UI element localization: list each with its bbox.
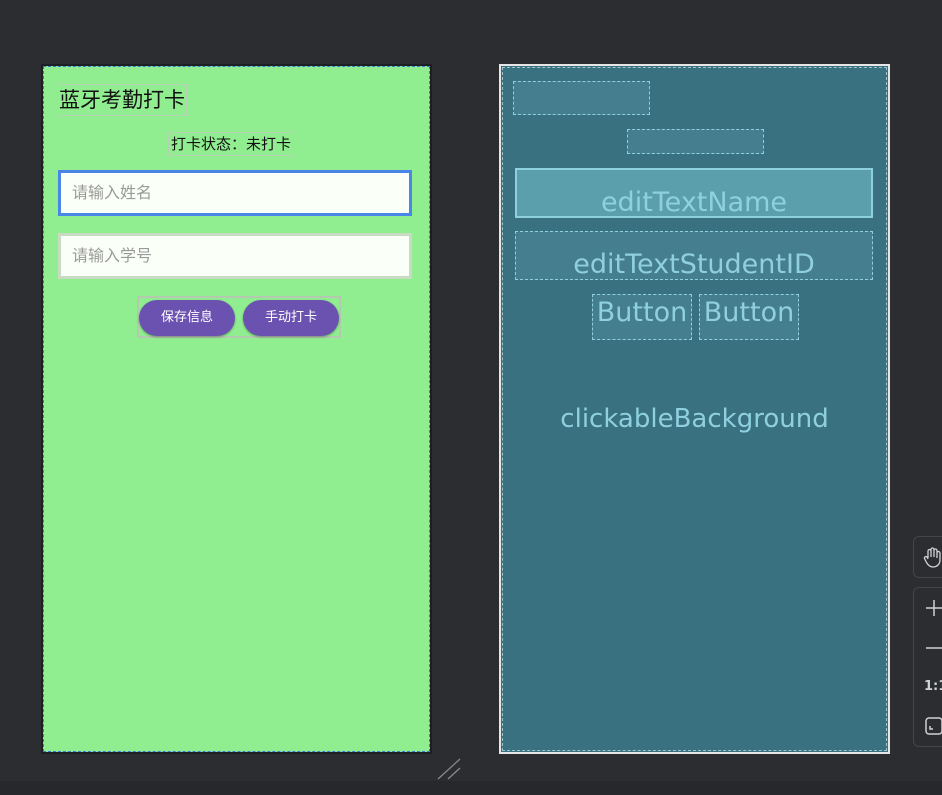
minus-icon[interactable] bbox=[924, 638, 942, 658]
manual-punch-button[interactable]: 手动打卡 bbox=[243, 300, 339, 336]
blueprint-preview[interactable]: editTextName editTextStudentID Button Bu… bbox=[499, 64, 890, 754]
blueprint-status-box[interactable] bbox=[627, 129, 764, 154]
pan-toolbar bbox=[913, 536, 942, 578]
blueprint-name-label: editTextName bbox=[600, 187, 788, 218]
button-row[interactable]: 保存信息 手动打卡 bbox=[137, 296, 341, 338]
actual-size-button[interactable]: 1:1 bbox=[924, 678, 942, 696]
design-preview[interactable]: 蓝牙考勤打卡 打卡状态：未打卡 请输入姓名 请输入学号 保存信息 手动打卡 bbox=[41, 64, 432, 754]
status-strip bbox=[0, 781, 942, 795]
blueprint-button-1-label: Button bbox=[596, 297, 688, 328]
layout-editor-canvas: 蓝牙考勤打卡 打卡状态：未打卡 请输入姓名 请输入学号 保存信息 手动打卡 ed… bbox=[0, 0, 942, 795]
blueprint-title-box[interactable] bbox=[513, 81, 650, 115]
zoom-toolbar: 1:1 bbox=[913, 587, 942, 747]
fit-screen-icon[interactable] bbox=[924, 716, 942, 736]
resize-handle-icon[interactable] bbox=[436, 757, 462, 781]
save-info-button[interactable]: 保存信息 bbox=[139, 300, 235, 336]
plus-icon[interactable] bbox=[924, 598, 942, 618]
app-title-text[interactable]: 蓝牙考勤打卡 bbox=[57, 84, 187, 116]
blueprint-background-label: clickableBackground bbox=[560, 404, 829, 434]
name-input[interactable]: 请输入姓名 bbox=[58, 170, 412, 216]
blueprint-student-id-label: editTextStudentID bbox=[573, 249, 815, 280]
student-id-input[interactable]: 请输入学号 bbox=[58, 233, 412, 279]
hand-icon[interactable] bbox=[923, 547, 942, 569]
blueprint-button-2-label: Button bbox=[703, 297, 795, 328]
status-text[interactable]: 打卡状态：未打卡 bbox=[168, 132, 295, 156]
